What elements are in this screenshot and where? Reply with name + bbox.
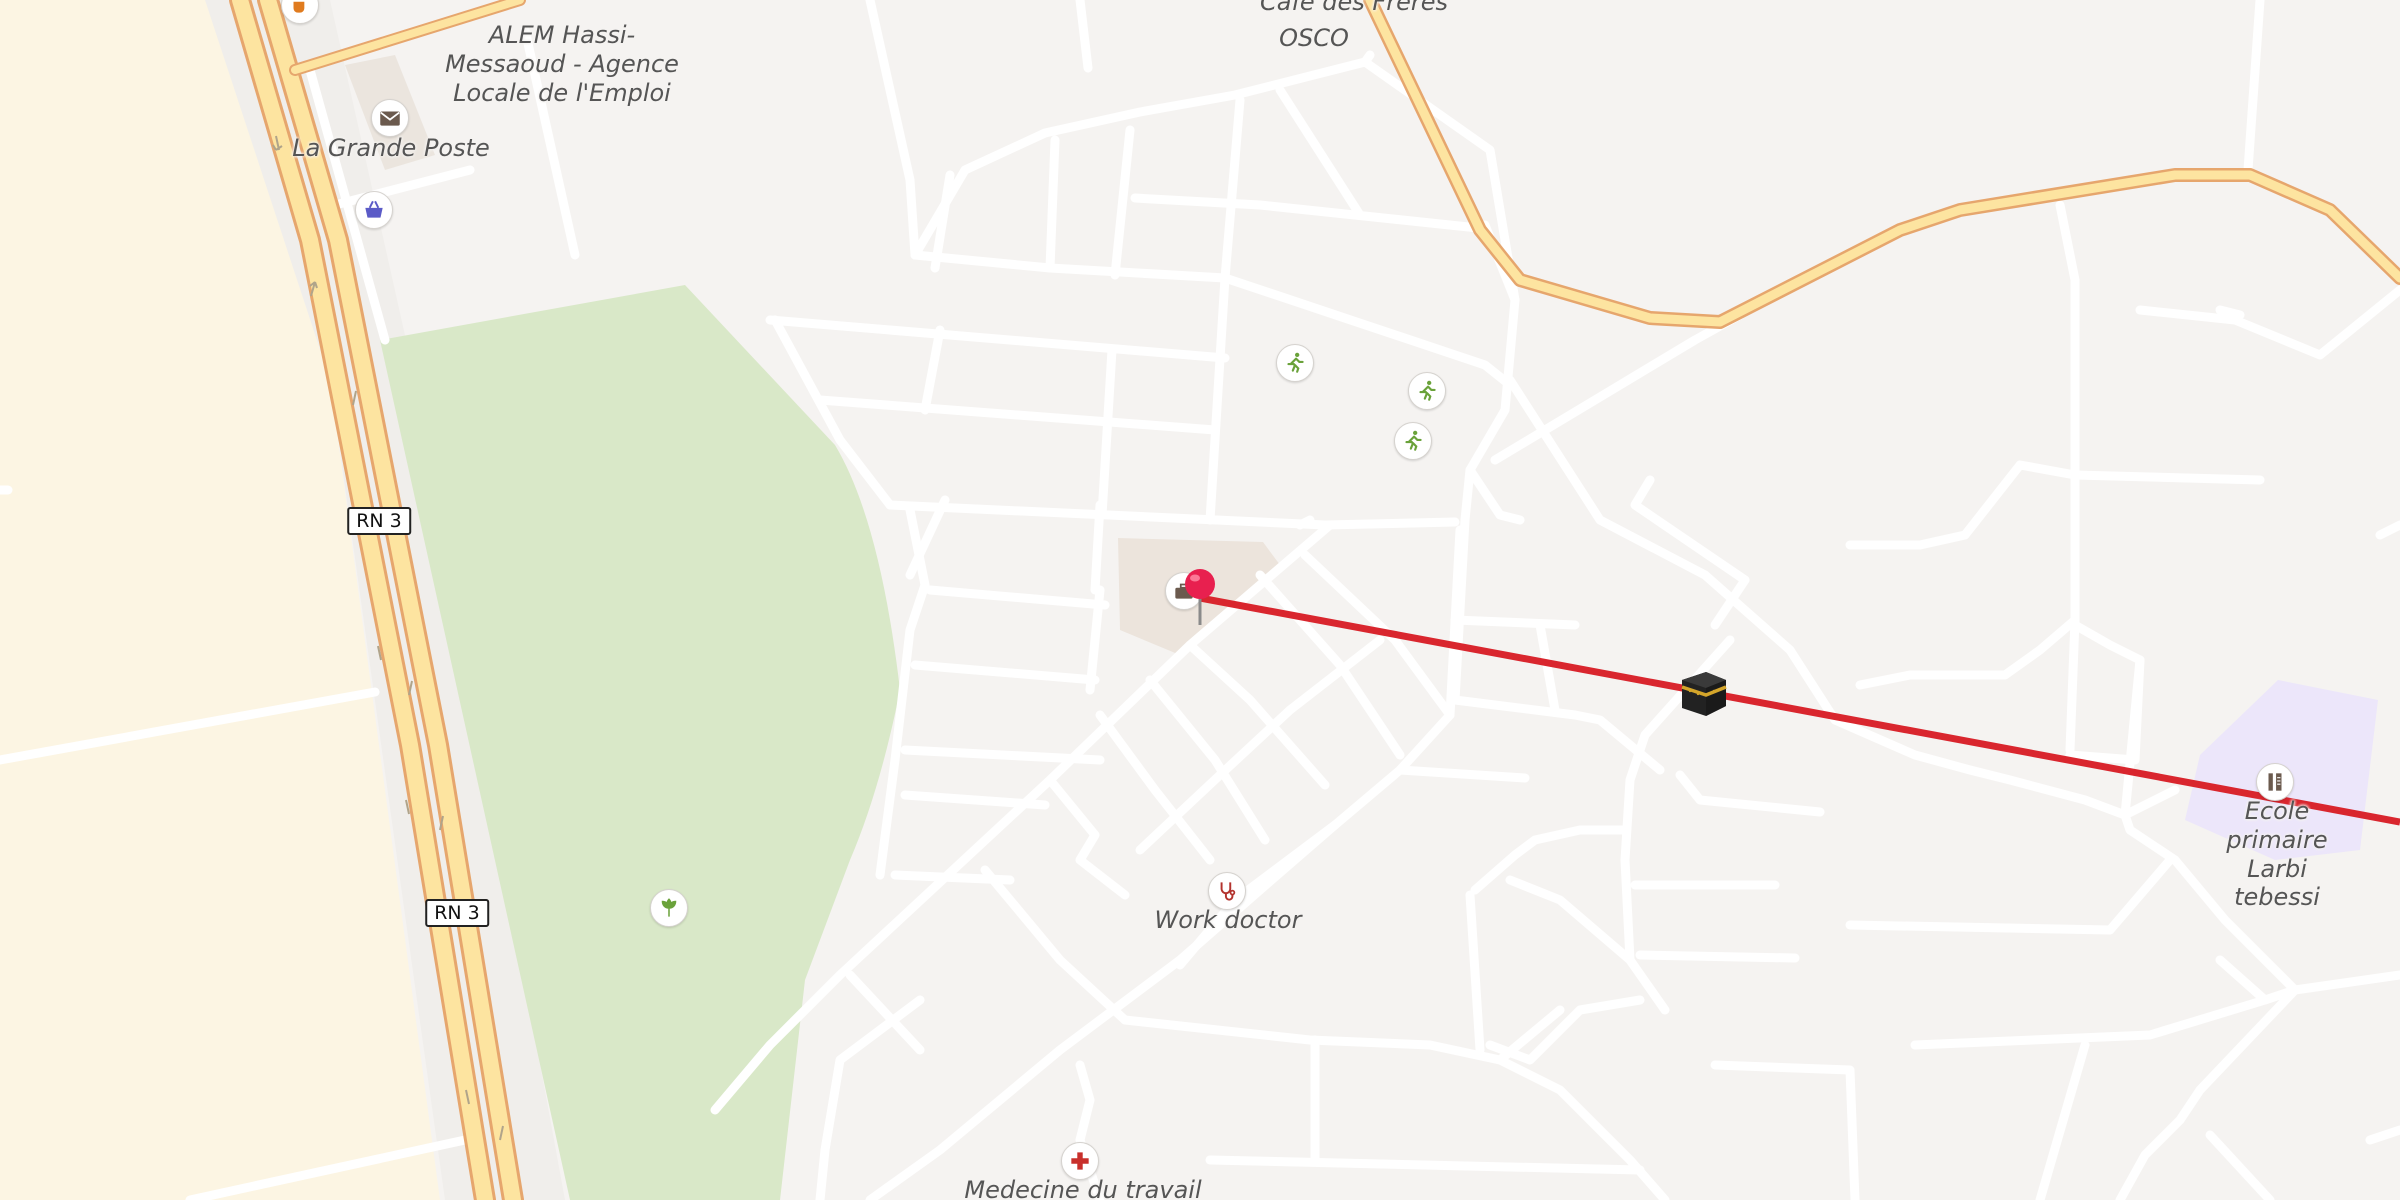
poi-label-alem-agency: ALEM Hassi- Messaoud - Agence Locale de … (445, 21, 679, 107)
medical-cross-icon[interactable] (1061, 1142, 1099, 1180)
highway-shield-rn3-upper: RN 3 (347, 507, 411, 535)
kaaba-icon[interactable] (1676, 666, 1730, 720)
stethoscope-icon[interactable] (1208, 872, 1246, 910)
running-person-icon[interactable] (1276, 344, 1314, 382)
garden-icon[interactable] (650, 889, 688, 927)
poi-label-medecine-travail: Medecine du travail (964, 1176, 1202, 1200)
map-view[interactable]: RN 3 RN 3 ALEM Hassi- Messaoud - Agence … (0, 0, 2400, 1200)
running-person-icon[interactable] (1394, 422, 1432, 460)
poi-label-work-doctor: Work doctor (1154, 906, 1302, 934)
poi-label-ecole-primaire: Ecole primaire Larbi tebessi (2226, 797, 2328, 912)
school-icon[interactable] (2256, 763, 2294, 801)
highway-shield-rn3-lower: RN 3 (425, 899, 489, 927)
poi-label-grande-poste: La Grande Poste (292, 134, 490, 162)
poi-label-osco: OSCO (1279, 24, 1349, 52)
envelope-icon[interactable] (371, 99, 409, 137)
map-pin-icon[interactable] (1182, 567, 1218, 627)
shopping-basket-icon[interactable] (355, 191, 393, 229)
poi-label-cafe-freres: Cafe des Freres (1259, 0, 1449, 16)
running-person-icon[interactable] (1408, 372, 1446, 410)
